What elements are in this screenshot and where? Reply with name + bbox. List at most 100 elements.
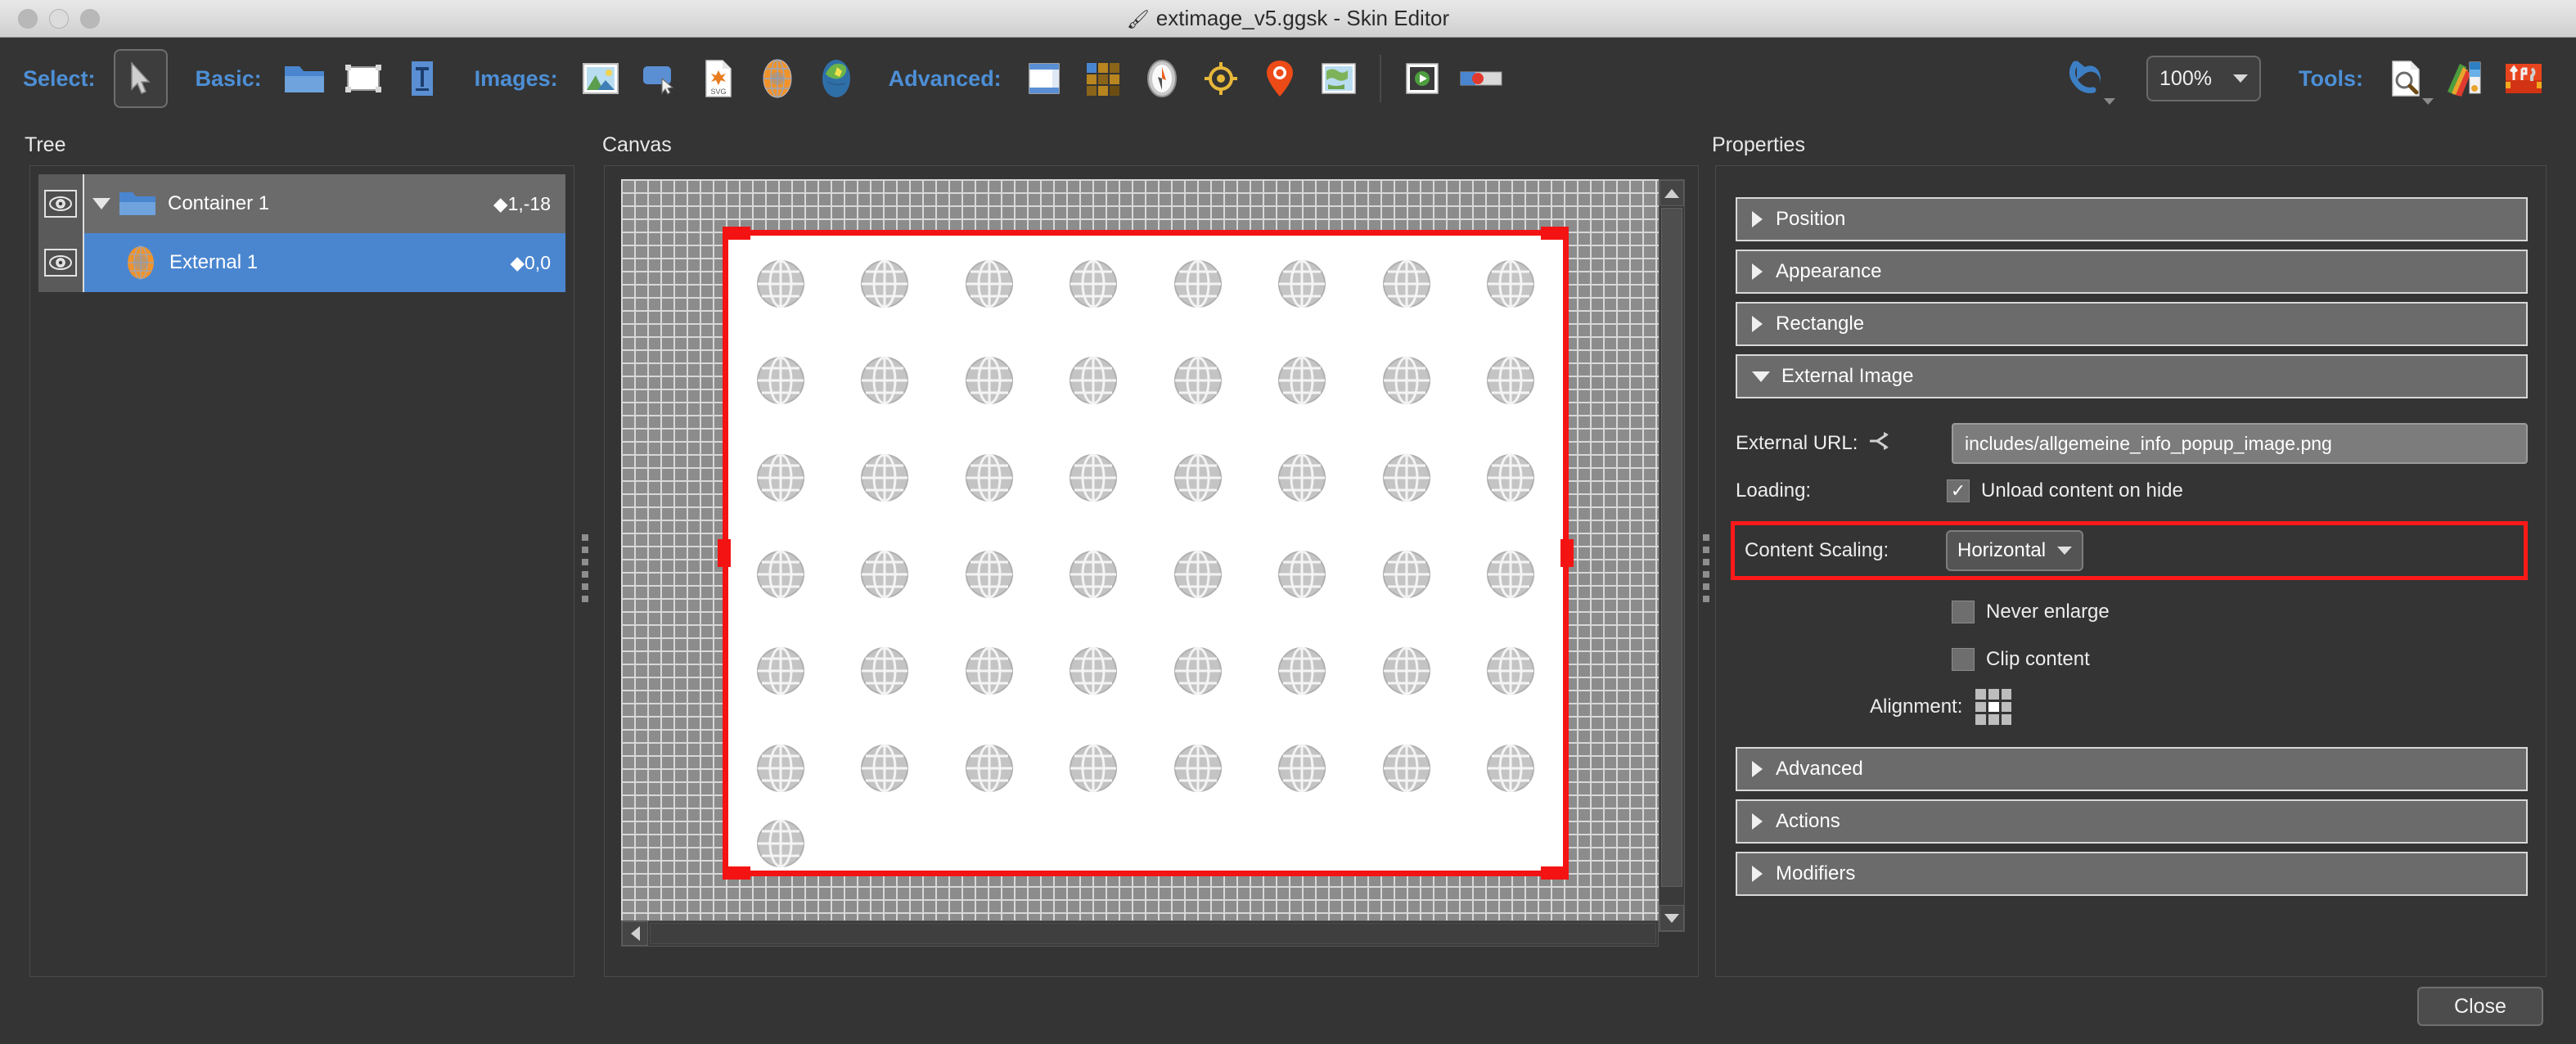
tree-row-container-1[interactable]: Container 1 ◆1,-18 <box>38 174 565 233</box>
toolbox-tool-button[interactable] <box>2499 54 2548 103</box>
alignment-cell-0[interactable] <box>1975 689 1987 700</box>
minimize-window-button[interactable] <box>49 8 69 29</box>
alignment-cell-7[interactable] <box>1988 714 1999 725</box>
link-branch-icon[interactable] <box>1867 430 1892 457</box>
canvas-properties-splitter[interactable] <box>1699 165 1714 977</box>
external-url-label-wrap: External URL: <box>1736 430 1947 457</box>
external-url-label: External URL: <box>1736 432 1858 454</box>
compass-icon <box>1146 60 1177 97</box>
tree-row-content[interactable]: Container 1 ◆1,-18 <box>84 174 565 233</box>
toolbar-group-select <box>109 49 173 108</box>
container-tool-button[interactable] <box>280 54 329 103</box>
canvas-vertical-scrollbar[interactable] <box>1659 179 1685 932</box>
tree-row-external-1[interactable]: External 1 ◆0,0 <box>38 233 565 292</box>
undo-dropdown-caret[interactable] <box>2104 98 2116 105</box>
video-tool-button[interactable] <box>1398 54 1447 103</box>
button-tool-button[interactable] <box>635 54 684 103</box>
color-palette-icon <box>2448 61 2481 97</box>
panorama-tool-button[interactable] <box>1020 54 1069 103</box>
text-tool-button[interactable] <box>398 54 447 103</box>
external-url-input[interactable]: includes/allgemeine_info_popup_image.png <box>1952 423 2528 464</box>
tree-panel: Container 1 ◆1,-18 External 1 ◆0,0 <box>29 165 574 977</box>
vertical-scroll-track[interactable] <box>1660 889 1684 905</box>
resize-handle-middle-left[interactable] <box>718 539 731 567</box>
alignment-cell-4[interactable] <box>1988 701 1999 713</box>
rectangle-tool-button[interactable] <box>339 54 388 103</box>
preview-dropdown-caret[interactable] <box>2422 98 2434 105</box>
hotspot-tool-button[interactable] <box>1255 54 1304 103</box>
window-controls[interactable] <box>18 8 100 29</box>
text-icon <box>411 61 433 96</box>
scroll-down-button[interactable] <box>1660 905 1684 931</box>
section-advanced[interactable]: Advanced <box>1736 747 2528 791</box>
resize-handle-bottom-left[interactable] <box>723 866 750 880</box>
section-modifiers[interactable]: Modifiers <box>1736 852 2528 896</box>
panorama-icon <box>1028 63 1060 94</box>
alignment-cell-6[interactable] <box>1975 714 1987 725</box>
eye-icon <box>44 190 77 218</box>
clip-content-checkbox[interactable]: Clip content <box>1952 648 2090 671</box>
tree-row-content[interactable]: External 1 ◆0,0 <box>84 233 565 292</box>
compass-tool-button[interactable] <box>1137 54 1187 103</box>
toolbar-group-images: SVG <box>571 54 866 103</box>
section-actions[interactable]: Actions <box>1736 799 2528 844</box>
resize-handle-bottom-right[interactable] <box>1541 866 1569 880</box>
window-title-text: extimage_v5.ggsk - Skin Editor <box>1155 6 1450 30</box>
worldmap-tool-button[interactable] <box>1314 54 1363 103</box>
video-icon <box>1405 63 1439 94</box>
pointer-tool-button[interactable] <box>113 49 168 108</box>
section-rectangle[interactable]: Rectangle <box>1736 302 2528 346</box>
color-palette-tool-button[interactable] <box>2440 54 2489 103</box>
horizontal-scroll-track[interactable] <box>650 923 1656 944</box>
thumbnail-grid-tool-button[interactable] <box>1079 54 1128 103</box>
close-button[interactable]: Close <box>2417 987 2543 1026</box>
progressbar-tool-button[interactable] <box>1457 54 1506 103</box>
section-position[interactable]: Position <box>1736 197 2528 241</box>
canvas-viewport[interactable] <box>621 179 1659 932</box>
vertical-scroll-thumb[interactable] <box>1661 208 1682 887</box>
globe-icon <box>756 550 804 599</box>
pointer-icon <box>130 61 151 94</box>
selected-external-image[interactable] <box>718 227 1574 880</box>
alignment-cell-1[interactable] <box>1988 689 1999 700</box>
globe-icon <box>1278 744 1326 793</box>
never-enlarge-checkbox[interactable]: Never enlarge <box>1952 601 2110 623</box>
alignment-cell-5[interactable] <box>2001 701 2012 713</box>
world-map-icon <box>1321 63 1356 94</box>
maximize-window-button[interactable] <box>80 8 100 29</box>
close-window-button[interactable] <box>18 8 38 29</box>
undo-button[interactable] <box>2063 54 2116 105</box>
preview-magnifier-icon <box>2392 61 2420 97</box>
section-appearance[interactable]: Appearance <box>1736 250 2528 294</box>
expand-collapse-icon[interactable] <box>92 198 110 209</box>
resize-handle-top-left[interactable] <box>723 227 750 240</box>
alignment-cell-2[interactable] <box>2001 689 2012 700</box>
unload-content-on-hide-checkbox[interactable]: ✓ Unload content on hide <box>1947 479 2183 502</box>
map-globe-icon <box>822 60 850 97</box>
globe-icon <box>1487 646 1535 695</box>
scroll-left-button[interactable] <box>622 921 648 946</box>
zoom-level-select[interactable]: 100% <box>2146 56 2262 101</box>
resize-handle-top-right[interactable] <box>1541 227 1569 240</box>
visibility-toggle-container-1[interactable] <box>38 174 84 233</box>
tree-item-label: External 1 <box>169 251 259 273</box>
svg-tool-button[interactable]: SVG <box>694 54 743 103</box>
content-scaling-highlight: Content Scaling: Horizontal <box>1731 521 2528 580</box>
clip-content-label: Clip content <box>1986 648 2090 670</box>
splitter-grip <box>582 534 588 608</box>
alignment-picker[interactable] <box>1975 689 2012 725</box>
section-external-image[interactable]: External Image <box>1736 354 2528 398</box>
alignment-cell-3[interactable] <box>1975 701 1987 713</box>
preview-tool-button[interactable] <box>2381 54 2434 105</box>
canvas-horizontal-scrollbar[interactable] <box>621 920 1659 947</box>
tree-canvas-splitter[interactable] <box>578 165 592 977</box>
radar-tool-button[interactable] <box>1196 54 1245 103</box>
visibility-toggle-external-1[interactable] <box>38 233 84 292</box>
resize-handle-middle-right[interactable] <box>1560 539 1574 567</box>
external-image-tool-button[interactable] <box>753 54 802 103</box>
alignment-cell-8[interactable] <box>2001 714 2012 725</box>
map-tool-button[interactable] <box>812 54 861 103</box>
scroll-up-button[interactable] <box>1660 180 1684 206</box>
content-scaling-select[interactable]: Horizontal <box>1946 530 2084 571</box>
image-tool-button[interactable] <box>576 54 625 103</box>
